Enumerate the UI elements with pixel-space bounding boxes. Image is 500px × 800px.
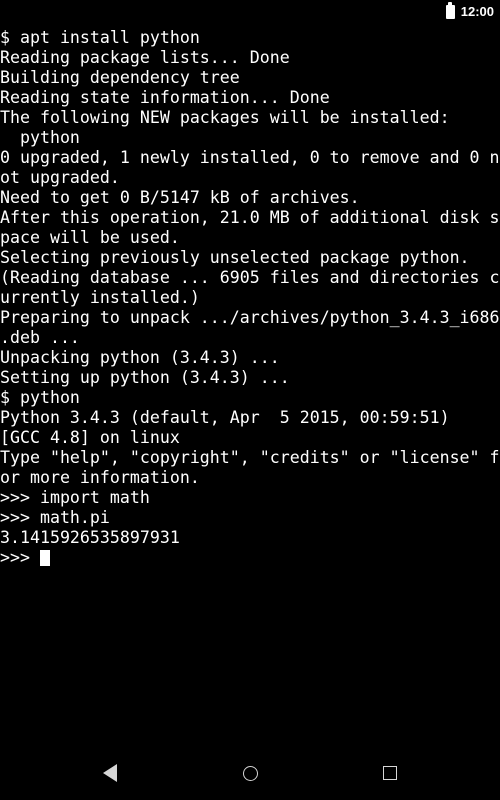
terminal-line: .deb ... <box>0 328 500 348</box>
terminal-line: urrently installed.) <box>0 288 500 308</box>
terminal-line: $ python <box>0 388 500 408</box>
terminal-line: Python 3.4.3 (default, Apr 5 2015, 00:59… <box>0 408 500 428</box>
terminal-line: ot upgraded. <box>0 168 500 188</box>
terminal-line: >>> import math <box>0 488 500 508</box>
android-navigation-bar <box>0 746 500 800</box>
terminal-line: Type "help", "copyright", "credits" or "… <box>0 448 500 468</box>
terminal-line: After this operation, 21.0 MB of additio… <box>0 208 500 228</box>
recents-square-icon <box>383 766 397 780</box>
terminal-line: Selecting previously unselected package … <box>0 248 500 268</box>
back-triangle-icon <box>103 764 117 782</box>
terminal-line: The following NEW packages will be insta… <box>0 108 500 128</box>
terminal-line: 0 upgraded, 1 newly installed, 0 to remo… <box>0 148 500 168</box>
terminal-output: $ apt install pythonReading package list… <box>0 28 500 568</box>
terminal-line: (Reading database ... 6905 files and dir… <box>0 268 500 288</box>
terminal-line: Preparing to unpack .../archives/python_… <box>0 308 500 328</box>
terminal-line: pace will be used. <box>0 228 500 248</box>
terminal-line: Need to get 0 B/5147 kB of archives. <box>0 188 500 208</box>
terminal-line: $ apt install python <box>0 28 500 48</box>
terminal-line: [GCC 4.8] on linux <box>0 428 500 448</box>
text-cursor <box>40 550 50 566</box>
terminal-prompt-line[interactable]: >>> <box>0 548 500 568</box>
terminal-line: Building dependency tree <box>0 68 500 88</box>
terminal-line: >>> math.pi <box>0 508 500 528</box>
terminal-line: Reading package lists... Done <box>0 48 500 68</box>
terminal-line: Unpacking python (3.4.3) ... <box>0 348 500 368</box>
battery-full-icon <box>446 5 455 19</box>
device-screen: 12:00 $ apt install pythonReading packag… <box>0 0 500 800</box>
terminal-line: python <box>0 128 500 148</box>
terminal-line: 3.1415926535897931 <box>0 528 500 548</box>
home-circle-icon <box>243 766 258 781</box>
terminal-line: Setting up python (3.4.3) ... <box>0 368 500 388</box>
status-bar: 12:00 <box>0 0 500 24</box>
status-bar-right-group: 12:00 <box>446 5 494 19</box>
terminal-emulator[interactable]: $ apt install pythonReading package list… <box>0 24 500 746</box>
status-bar-clock: 12:00 <box>461 5 494 19</box>
terminal-line: Reading state information... Done <box>0 88 500 108</box>
nav-recents-button[interactable] <box>362 750 418 796</box>
terminal-line: or more information. <box>0 468 500 488</box>
nav-back-button[interactable] <box>82 750 138 796</box>
terminal-prompt: >>> <box>0 548 40 567</box>
nav-home-button[interactable] <box>222 750 278 796</box>
